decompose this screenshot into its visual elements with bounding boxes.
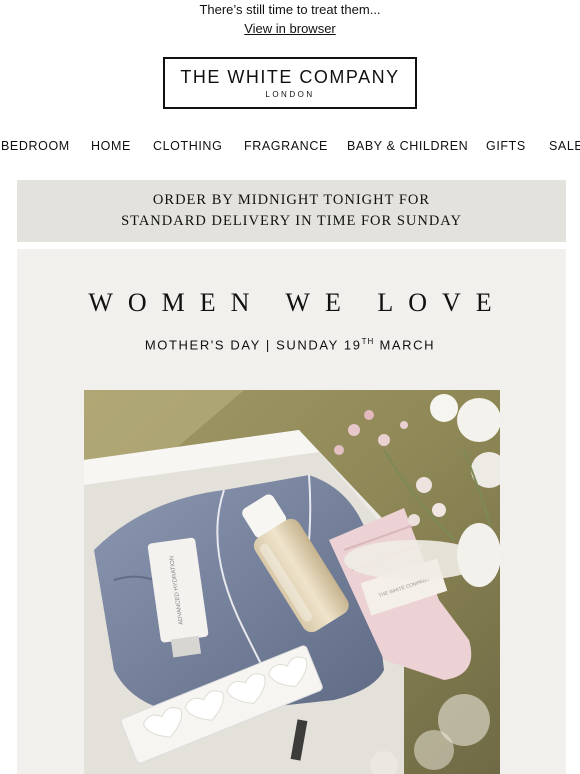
view-in-browser-link[interactable]: View in browser [244,21,336,37]
preheader-text: There’s still time to treat them... [199,2,381,17]
hero-subtitle: MOTHER'S DAY | SUNDAY 19TH MARCH [0,337,580,352]
nav-item-home[interactable]: HOME [91,139,131,153]
preheader: There’s still time to treat them... View… [0,0,580,37]
hero-product-image[interactable]: ADVANCED HYDRATION THE WHITE COMPANY [84,390,500,774]
logo-brand-text: THE WHITE COMPANY [180,67,400,87]
nav-item-fragrance[interactable]: FRAGRANCE [244,139,328,153]
hero-photo-illustration: ADVANCED HYDRATION THE WHITE COMPANY [84,390,500,774]
nav-item-baby-children[interactable]: BABY & CHILDREN [347,139,468,153]
nav-item-bedroom[interactable]: BEDROOM [1,139,70,153]
hero-subtitle-sup: TH [361,337,375,346]
banner-line-1: ORDER BY MIDNIGHT TONIGHT FOR [152,192,431,208]
logo-wrapper: THE WHITE COMPANY LONDON [0,57,580,109]
brand-logo[interactable]: THE WHITE COMPANY LONDON [163,57,417,109]
hero-subtitle-end: MARCH [374,337,436,353]
nav-item-clothing[interactable]: CLOTHING [153,139,222,153]
nav-item-sale[interactable]: SALE [549,139,580,153]
hero-title: WOMEN WE LOVE [88,288,507,317]
hero-subtitle-main: MOTHER'S DAY | SUNDAY 19 [144,337,362,353]
delivery-banner[interactable]: ORDER BY MIDNIGHT TONIGHT FOR STANDARD D… [17,180,566,242]
main-nav: BEDROOM HOME CLOTHING FRAGRANCE BABY & C… [0,139,580,157]
logo-sub-text: LONDON [265,90,315,99]
nav-item-gifts[interactable]: GIFTS [486,139,526,153]
banner-line-2: STANDARD DELIVERY IN TIME FOR SUNDAY [121,213,462,229]
